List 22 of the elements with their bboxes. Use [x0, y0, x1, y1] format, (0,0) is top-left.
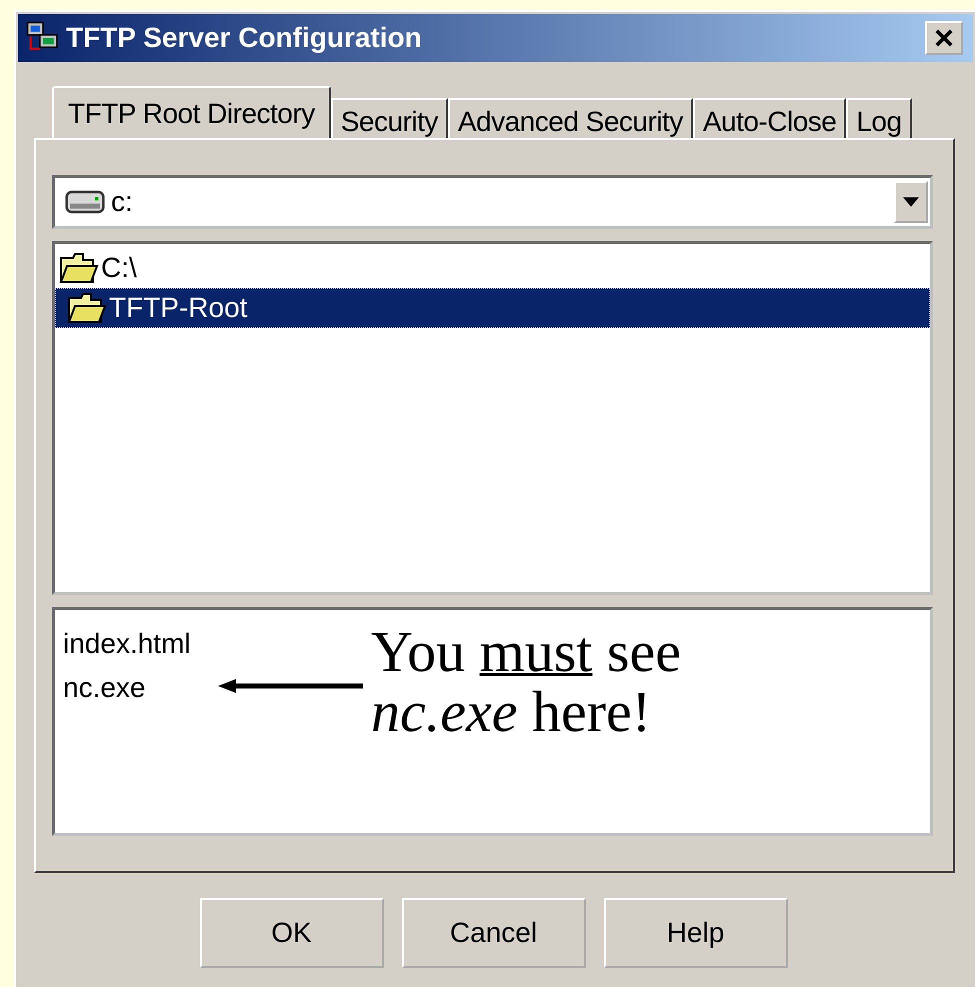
- dialog-button[interactable]: Help: [604, 898, 788, 968]
- tab[interactable]: Auto-Close: [692, 98, 846, 138]
- tab[interactable]: Log: [846, 98, 912, 138]
- folder-icon: [59, 252, 99, 284]
- close-icon: [935, 29, 953, 47]
- folder-icon: [67, 292, 107, 324]
- dropdown-arrow-button[interactable]: [894, 181, 928, 223]
- annotation-text: You must see nc.exe here!: [371, 622, 681, 742]
- tab[interactable]: Security: [330, 98, 448, 138]
- folder-item[interactable]: TFTP-Root: [55, 288, 930, 328]
- file-item[interactable]: index.html: [63, 622, 218, 666]
- dialog-button[interactable]: Cancel: [402, 898, 586, 968]
- close-button[interactable]: [925, 21, 963, 55]
- caret-icon: [903, 197, 919, 207]
- tab[interactable]: Advanced Security: [448, 98, 693, 138]
- drive-icon: [65, 190, 105, 214]
- folder-item[interactable]: C:\: [55, 248, 930, 288]
- drive-dropdown[interactable]: c:: [52, 175, 933, 229]
- window-title: TFTP Server Configuration: [66, 22, 423, 54]
- tab[interactable]: TFTP Root Directory: [52, 86, 331, 138]
- dialog-button[interactable]: OK: [200, 898, 384, 968]
- file-item[interactable]: nc.exe: [63, 666, 218, 710]
